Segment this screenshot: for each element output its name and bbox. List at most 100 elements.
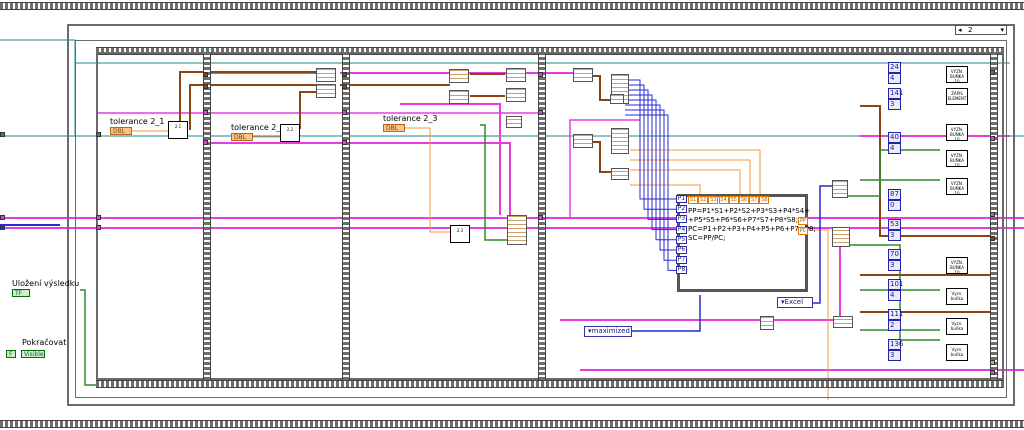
excel-enum-value: Excel [784,298,804,306]
formula-output-pc[interactable]: PC [798,227,808,235]
tunnel[interactable] [96,132,101,137]
numeric-constant[interactable]: 87 [888,189,901,200]
maximized-enum-constant[interactable]: ▾maximized [584,326,632,337]
subvi-2-1[interactable]: 2.1 [168,121,188,139]
formula-input-p4[interactable]: P4 [676,225,687,234]
tunnel[interactable] [203,110,208,115]
numeric-constant[interactable]: 141 [888,88,903,99]
numeric-constant[interactable]: 3 [888,350,901,361]
tunnel[interactable] [990,70,995,75]
formula-output-s7[interactable]: S7 [749,196,760,204]
tunnel[interactable] [342,140,347,145]
numeric-constant[interactable]: 24 [888,62,901,73]
formula-output-s8[interactable]: S8 [759,196,770,204]
subvi-2-3[interactable]: 2.3 [450,225,470,243]
cell-subvi[interactable]: VYZN. BUŇKA 10 [946,66,968,84]
case-selector[interactable]: ◂ 2 ▾ [955,25,1007,35]
property-node[interactable] [833,316,853,328]
numeric-constant[interactable]: 4 [888,290,901,301]
cell-subvi[interactable]: VYZN. BUŇKA 10 [946,257,968,275]
cell-subvi[interactable]: ZÁPIS ELEMENT [946,88,968,105]
property-node[interactable] [449,90,469,104]
property-node[interactable] [832,227,850,247]
numeric-constant[interactable]: 4 [888,143,901,154]
tunnel[interactable] [990,236,995,241]
property-node[interactable] [506,116,522,128]
chevron-down-icon[interactable]: ▾ [1000,26,1004,34]
formula-input-p8[interactable]: P8 [676,266,687,275]
property-node[interactable] [611,168,629,180]
property-node[interactable] [832,180,848,198]
property-node[interactable] [611,128,629,154]
tunnel[interactable] [990,360,995,365]
tunnel[interactable] [203,140,208,145]
formula-input-p3[interactable]: P3 [676,215,687,224]
formula-output-s3[interactable]: S3 [708,196,719,204]
numeric-constant[interactable]: 3 [888,260,901,271]
cell-subvi[interactable]: Vyzn. buňka [946,318,968,335]
property-node[interactable] [610,94,624,104]
property-node[interactable] [507,215,527,245]
property-node[interactable] [449,69,469,83]
case-decrement-icon[interactable]: ◂ [958,26,962,34]
numeric-constant[interactable]: 40 [888,132,901,143]
property-node[interactable] [573,68,593,82]
tunnel[interactable] [0,132,5,137]
formula-input-p6[interactable]: P6 [676,246,687,254]
property-node[interactable] [316,84,336,98]
cell-subvi[interactable]: VYZN. BUŇKA 10 [946,150,968,168]
tunnel[interactable] [342,110,347,115]
tolerance-2-1-terminal[interactable]: DBL [110,127,132,135]
formula-output-s5[interactable]: S5 [728,196,739,204]
tunnel[interactable] [990,212,995,217]
tunnel[interactable] [342,72,347,77]
property-node[interactable] [316,68,336,82]
tunnel[interactable] [342,84,347,89]
formula-output-s2[interactable]: S2 [698,196,709,204]
tunnel[interactable] [96,215,101,220]
numeric-constant[interactable]: 101 [888,279,903,290]
tolerance-2-2-terminal[interactable]: DBL [231,133,253,141]
tunnel[interactable] [96,225,101,230]
formula-input-p5[interactable]: P5 [676,235,687,244]
formula-output-pp[interactable]: PP [798,217,808,225]
tunnel[interactable] [990,136,995,141]
formula-output-s1[interactable]: S1 [688,196,698,204]
numeric-constant[interactable]: 70 [888,249,901,260]
formula-input-p2[interactable]: P2 [676,205,687,214]
tunnel[interactable] [538,110,543,115]
cell-subvi[interactable]: Vyzn. buňka [946,344,968,361]
property-node[interactable] [506,68,526,82]
formula-input-p7[interactable]: P7 [676,256,687,265]
numeric-constant[interactable]: 53 [888,219,901,230]
tunnel[interactable] [0,225,5,230]
numeric-constant[interactable]: 3 [888,99,901,110]
numeric-constant[interactable]: 3 [888,230,901,241]
property-node[interactable] [760,316,774,330]
tolerance-2-3-terminal[interactable]: DBL [383,124,405,132]
numeric-constant[interactable]: 4 [888,73,901,84]
property-node[interactable] [506,88,526,102]
numeric-constant[interactable]: 111 [888,309,903,320]
subvi-2-2[interactable]: 2.2 [280,124,300,142]
tunnel[interactable] [203,72,208,77]
cell-subvi[interactable]: VYZN. BUŇKA 10 [946,124,968,142]
formula-output-s4[interactable]: S4 [718,196,729,204]
tunnel[interactable] [203,84,208,89]
tunnel[interactable] [990,370,995,375]
formula-input-p1[interactable]: P1 [676,195,687,203]
tunnel[interactable] [538,72,543,77]
cell-subvi[interactable]: Vyzn. buňka [946,288,968,305]
save-result-terminal[interactable]: TF [12,289,30,297]
formula-output-s6[interactable]: S6 [739,196,749,204]
numeric-constant[interactable]: 2 [888,320,901,331]
cell-subvi[interactable]: VYZN. BUŇKA 10 [946,178,968,196]
formula-node[interactable]: PP=P1*S1+P2*S2+P3*S3+P4*S4+ +P5*S5+P6*S6… [677,194,816,292]
numeric-constant[interactable]: 0 [888,200,901,211]
tunnel[interactable] [0,215,5,220]
excel-enum-constant[interactable]: ▾Excel [777,297,813,308]
tunnel[interactable] [538,215,543,220]
numeric-constant[interactable]: 136 [888,339,903,350]
continue-visible-property[interactable]: Visible [21,350,45,358]
property-node[interactable] [573,134,593,148]
